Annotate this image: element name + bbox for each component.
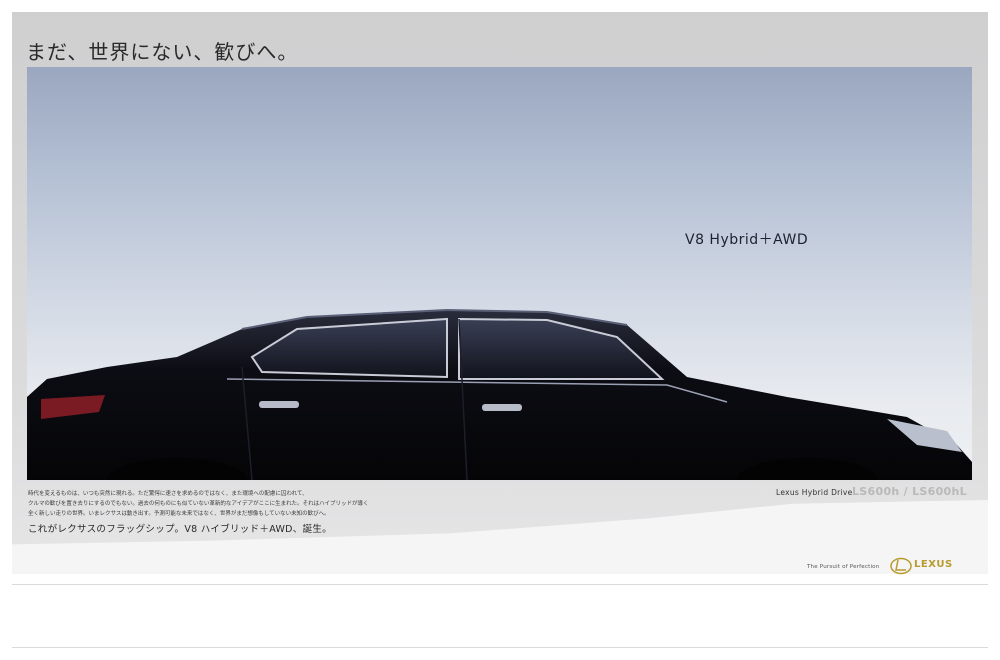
car-illustration (27, 308, 972, 480)
body-copy-line: 全く新しい走りの世界。いまレクサスは動き出す。予測可能な未来ではなく、世界がまだ… (28, 511, 330, 517)
model-names: LS600h / LS600hL (852, 485, 967, 498)
body-copy-line: 時代を変えるものは、いつも突然に現れる。ただ驚愕に速さを求めるのではなく、また環… (28, 491, 308, 497)
divider (12, 647, 988, 648)
pursuit-slogan: The Pursuit of Perfection (807, 564, 880, 570)
lexus-logo-icon (890, 557, 912, 575)
subhead: これがレクサスのフラッグシップ。V8 ハイブリッド＋AWD、誕生。 (28, 524, 332, 535)
body-copy-line: クルマの歓びを置き去りにするのでもない。過去の何ものにも似ていない革新的なアイデ… (28, 501, 369, 507)
headline: まだ、世界にない、歓びへ。 (26, 40, 299, 64)
divider (12, 584, 988, 585)
car-photo: V8 Hybrid＋AWD (27, 67, 972, 480)
tagline: V8 Hybrid＋AWD (685, 232, 809, 248)
brand-wordmark: LEXUS (914, 559, 953, 570)
body-copy: 時代を変えるものは、いつも突然に現れる。ただ驚愕に速さを求めるのではなく、また環… (28, 489, 528, 519)
drive-label: Lexus Hybrid Drive (776, 488, 853, 497)
